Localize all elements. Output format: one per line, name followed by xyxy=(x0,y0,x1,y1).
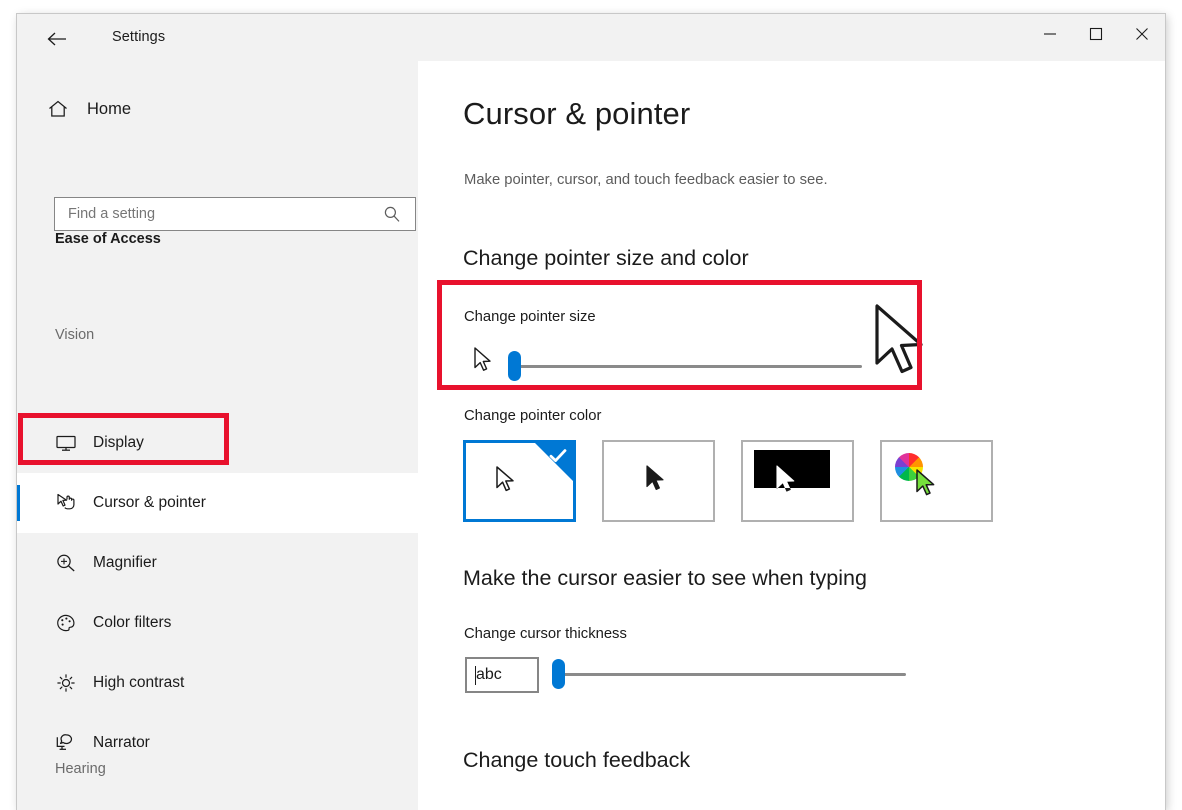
minimize-icon xyxy=(1043,28,1057,40)
sidebar: Home Find a setting Ease of Access Visio… xyxy=(17,61,418,810)
black-cursor-preview-icon xyxy=(645,464,667,501)
checkmark-icon xyxy=(548,446,568,466)
sidebar-item-label: High contrast xyxy=(93,674,185,691)
section-touch-feedback: Change touch feedback xyxy=(463,748,691,772)
sidebar-item-magnifier[interactable]: Magnifier xyxy=(17,533,418,593)
sidebar-item-label: Color filters xyxy=(93,614,172,631)
window-controls xyxy=(1027,14,1165,61)
small-cursor-icon xyxy=(473,346,495,381)
cursor-hand-icon xyxy=(55,492,85,514)
cursor-thickness-preview-text: abc xyxy=(476,666,502,683)
close-button[interactable] xyxy=(1119,14,1165,54)
cursor-thickness-preview: abc xyxy=(465,657,539,693)
screenshot-root: Settings Home Find a setting Ease of Acc… xyxy=(0,0,1182,810)
large-cursor-icon xyxy=(871,301,933,392)
back-button[interactable] xyxy=(38,24,76,54)
section-typing-cursor: Make the cursor easier to see when typin… xyxy=(463,566,867,590)
cursor-thickness-slider-thumb[interactable] xyxy=(552,659,565,689)
pointer-size-slider-track xyxy=(514,365,862,368)
pointer-color-option-custom[interactable] xyxy=(880,440,993,522)
title-bar: Settings xyxy=(17,14,1165,61)
search-icon[interactable] xyxy=(383,205,401,223)
main-content: Cursor & pointer Make pointer, cursor, a… xyxy=(418,61,1165,810)
sidebar-category: Ease of Access xyxy=(55,231,161,247)
sidebar-item-label: Display xyxy=(93,434,144,451)
sidebar-item-color-filters[interactable]: Color filters xyxy=(17,593,418,653)
pointer-color-option-black[interactable] xyxy=(602,440,715,522)
page-subtitle: Make pointer, cursor, and touch feedback… xyxy=(464,172,828,188)
inverted-cursor-preview-icon xyxy=(775,464,799,507)
sidebar-section-vision: Vision xyxy=(55,327,95,343)
minimize-button[interactable] xyxy=(1027,14,1073,54)
white-cursor-preview-icon xyxy=(495,465,519,502)
narrator-speech-icon xyxy=(55,733,85,753)
sidebar-item-display[interactable]: Display xyxy=(17,413,418,473)
maximize-button[interactable] xyxy=(1073,14,1119,54)
settings-window: Settings Home Find a setting Ease of Acc… xyxy=(17,14,1165,810)
pointer-color-label: Change pointer color xyxy=(464,408,602,424)
search-input[interactable]: Find a setting xyxy=(54,197,416,231)
sidebar-item-cursor-pointer[interactable]: Cursor & pointer xyxy=(17,473,418,533)
pointer-color-options xyxy=(463,440,993,522)
back-arrow-icon xyxy=(46,31,68,47)
maximize-icon xyxy=(1089,27,1103,41)
sidebar-item-home[interactable]: Home xyxy=(39,89,239,129)
home-label: Home xyxy=(87,99,132,118)
home-icon xyxy=(39,99,77,119)
magnifier-plus-icon xyxy=(55,553,85,573)
sidebar-nav-list: Display Cursor & pointer Magnifier Color… xyxy=(17,413,418,773)
pointer-size-label: Change pointer size xyxy=(464,309,596,325)
sidebar-item-high-contrast[interactable]: High contrast xyxy=(17,653,418,713)
app-title: Settings xyxy=(112,29,166,45)
sidebar-section-hearing: Hearing xyxy=(55,761,106,777)
pointer-color-option-white[interactable] xyxy=(463,440,576,522)
section-pointer-size-color: Change pointer size and color xyxy=(463,246,749,270)
monitor-icon xyxy=(55,433,85,453)
page-title: Cursor & pointer xyxy=(463,96,691,131)
custom-color-cursor-preview-icon xyxy=(915,468,939,507)
pointer-color-option-inverted[interactable] xyxy=(741,440,854,522)
sun-icon xyxy=(55,673,85,693)
sidebar-item-label: Narrator xyxy=(93,734,150,751)
close-icon xyxy=(1135,27,1149,41)
palette-icon xyxy=(55,613,85,633)
search-placeholder: Find a setting xyxy=(68,206,156,222)
sidebar-item-label: Cursor & pointer xyxy=(93,494,206,511)
cursor-thickness-label: Change cursor thickness xyxy=(464,626,627,642)
cursor-thickness-slider-track xyxy=(558,673,906,676)
sidebar-item-label: Magnifier xyxy=(93,554,157,571)
pointer-size-slider-thumb[interactable] xyxy=(508,351,521,381)
